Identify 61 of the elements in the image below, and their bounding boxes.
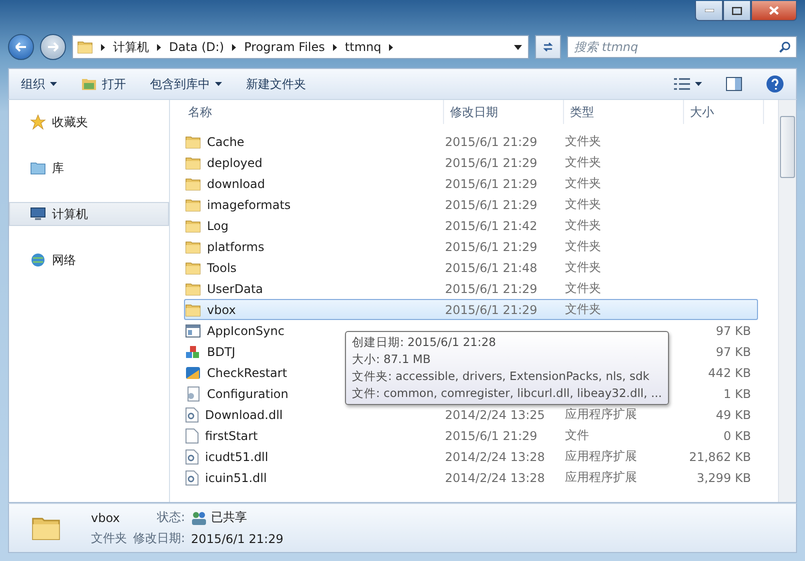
type-cell: 应用程序扩展 (565, 448, 637, 465)
file-name: AppIconSync (207, 324, 284, 338)
tooltip-line: 文件夹: accessible, drivers, ExtensionPacks, nls, sdk (352, 369, 650, 384)
size-cell: 442 KB (708, 366, 751, 380)
tooltip-line: 创建日期: 2015/6/1 21:28 (352, 335, 497, 350)
file-name: deployed (207, 156, 262, 170)
type-cell: 应用程序扩展 (565, 406, 637, 423)
type-cell: 文件夹 (565, 175, 601, 192)
date-cell: 2015/6/1 21:29 (445, 134, 538, 148)
size-cell: 97 KB (716, 344, 751, 358)
size-cell: 49 KB (716, 408, 751, 422)
date-cell: 2015/6/1 21:29 (445, 302, 538, 316)
size-cell: 3,299 KB (696, 470, 751, 484)
date-cell: 2015/6/1 21:29 (445, 198, 538, 212)
size-cell: 1 KB (723, 386, 751, 400)
modified-label: 修改日期: (133, 530, 186, 547)
item-type: 文件夹 (91, 530, 127, 547)
date-cell: 2015/6/1 21:29 (445, 240, 538, 254)
date-cell: 2015/6/1 21:29 (445, 176, 538, 190)
file-name: platforms (207, 240, 264, 254)
size-cell: 21,862 KB (689, 450, 751, 464)
modified-date: 2015/6/1 21:29 (191, 532, 284, 546)
date-cell: 2015/6/1 21:48 (445, 260, 538, 274)
type-cell: 文件夹 (565, 133, 601, 150)
size-cell: 97 KB (716, 324, 751, 338)
type-cell: 文件 (565, 427, 589, 444)
size-cell: 0 KB (723, 428, 751, 442)
item-name: vbox (91, 510, 121, 524)
date-cell: 2015/6/1 21:29 (445, 156, 538, 170)
file-name: Tools (207, 260, 237, 274)
date-cell: 2015/6/1 21:42 (445, 218, 538, 232)
type-cell: 文件夹 (565, 196, 601, 213)
status-value: 已共享 (191, 509, 284, 526)
file-name: CheckRestart (207, 366, 288, 380)
file-name: Configuration (207, 386, 288, 400)
date-cell: 2014/2/24 13:28 (445, 450, 545, 464)
type-cell: 文件夹 (565, 238, 601, 255)
date-cell: 2015/6/1 21:29 (445, 428, 538, 442)
type-cell: 应用程序扩展 (565, 469, 637, 486)
file-name: firstStart (205, 428, 258, 442)
file-name: download (207, 176, 266, 190)
tooltip-line: 大小: 87.1 MB (352, 352, 432, 367)
status-label: 状态: (157, 509, 186, 526)
date-cell: 2015/6/1 21:29 (445, 282, 538, 296)
file-name: Cache (207, 134, 244, 148)
file-name: Download.dll (205, 408, 283, 422)
file-name: icudt51.dll (205, 450, 268, 464)
file-name: imageformats (207, 198, 291, 212)
date-cell: 2014/2/24 13:25 (445, 408, 545, 422)
file-name: UserData (207, 282, 264, 296)
type-cell: 文件夹 (565, 301, 601, 318)
type-cell: 文件夹 (565, 154, 601, 171)
type-cell: 文件夹 (565, 280, 601, 297)
file-name: Log (207, 218, 228, 232)
type-cell: 文件夹 (565, 259, 601, 276)
type-cell: 文件夹 (565, 217, 601, 234)
file-name: BDTJ (207, 344, 236, 358)
tooltip-line: 文件: common, comregister, libcurl.dll, libeay32.dll, ... (352, 386, 662, 401)
file-name: vbox (207, 302, 236, 316)
file-name: icuin51.dll (205, 470, 267, 484)
date-cell: 2014/2/24 13:28 (445, 470, 545, 484)
